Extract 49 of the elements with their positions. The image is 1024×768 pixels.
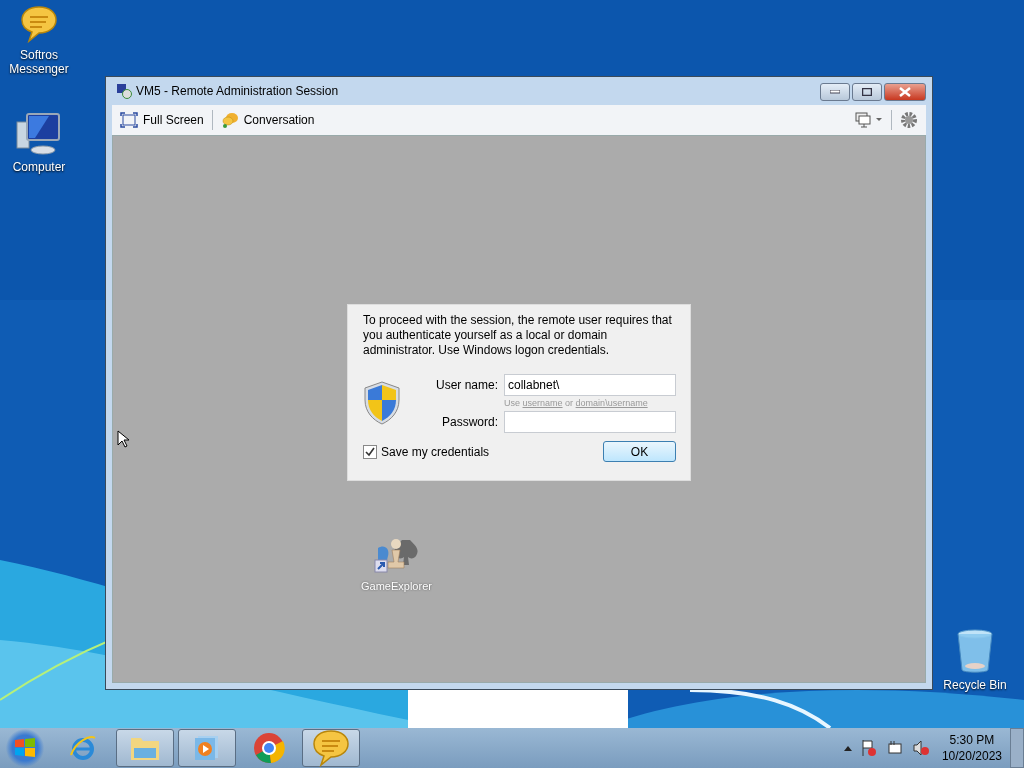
windows-logo-icon: [13, 736, 37, 760]
media-player-taskbar-button[interactable]: [178, 729, 236, 767]
browser-icon: [68, 733, 98, 763]
password-field[interactable]: [504, 411, 676, 433]
speaker-muted-icon[interactable]: [911, 739, 930, 757]
desktop-icon-label[interactable]: Computer: [12, 160, 66, 174]
conversation-icon: [220, 112, 239, 128]
minimize-button[interactable]: [820, 83, 850, 101]
network-icon[interactable]: [885, 739, 904, 757]
dialog-message: To proceed with the session, the remote user requires that you authenticate yourself as a local or domain administrator. Use Windows logon credentials.: [363, 313, 673, 358]
maximize-button[interactable]: [852, 83, 882, 101]
trash-bin-icon: [955, 628, 995, 674]
desktop-icon-label[interactable]: Softros Messenger: [9, 48, 69, 76]
messenger-icon: [311, 728, 351, 768]
minimize-icon: [830, 90, 840, 94]
monitor-icon: [855, 112, 883, 128]
close-icon: [899, 87, 911, 97]
maximize-icon: [862, 88, 872, 96]
settings-icon: [900, 111, 918, 129]
shield-icon: [363, 380, 401, 426]
app-icon: [116, 83, 132, 99]
clock[interactable]: 5:30 PM 10/20/2023: [941, 732, 1002, 764]
conversation-button[interactable]: Conversation: [218, 110, 317, 130]
clock-time: 5:30 PM: [949, 732, 995, 748]
full-screen-icon: [120, 112, 138, 128]
window-title: VM5 - Remote Administration Session: [136, 84, 340, 98]
save-credentials-checkbox[interactable]: [363, 444, 377, 459]
ok-button[interactable]: OK: [603, 441, 676, 462]
clock-date: 10/20/2023: [941, 748, 1002, 764]
desktop-icon-label[interactable]: Recycle Bin: [943, 678, 1007, 692]
folder-taskbar-button[interactable]: [116, 729, 174, 767]
mouse-cursor-icon: [117, 430, 129, 448]
password-label: Password:: [441, 415, 498, 429]
checkbox-label: Save my credentials: [381, 444, 490, 459]
full-screen-button[interactable]: Full Screen: [118, 110, 206, 130]
close-button[interactable]: [884, 83, 926, 101]
computer-icon: [15, 112, 63, 156]
messenger-icon: [19, 4, 59, 44]
username-field[interactable]: collabnet\: [504, 374, 676, 396]
display-menu-button[interactable]: [853, 110, 885, 130]
messenger-taskbar-button[interactable]: [302, 729, 360, 767]
check-icon: [365, 446, 375, 457]
settings-button[interactable]: [898, 109, 920, 131]
flag-error-icon[interactable]: [859, 739, 878, 757]
hint-text: Use: [504, 398, 520, 408]
show-hidden-icons-icon[interactable]: [843, 745, 852, 751]
hint-text: or: [565, 398, 574, 408]
chrome-icon: [253, 732, 285, 764]
username-label: User name:: [435, 378, 498, 392]
